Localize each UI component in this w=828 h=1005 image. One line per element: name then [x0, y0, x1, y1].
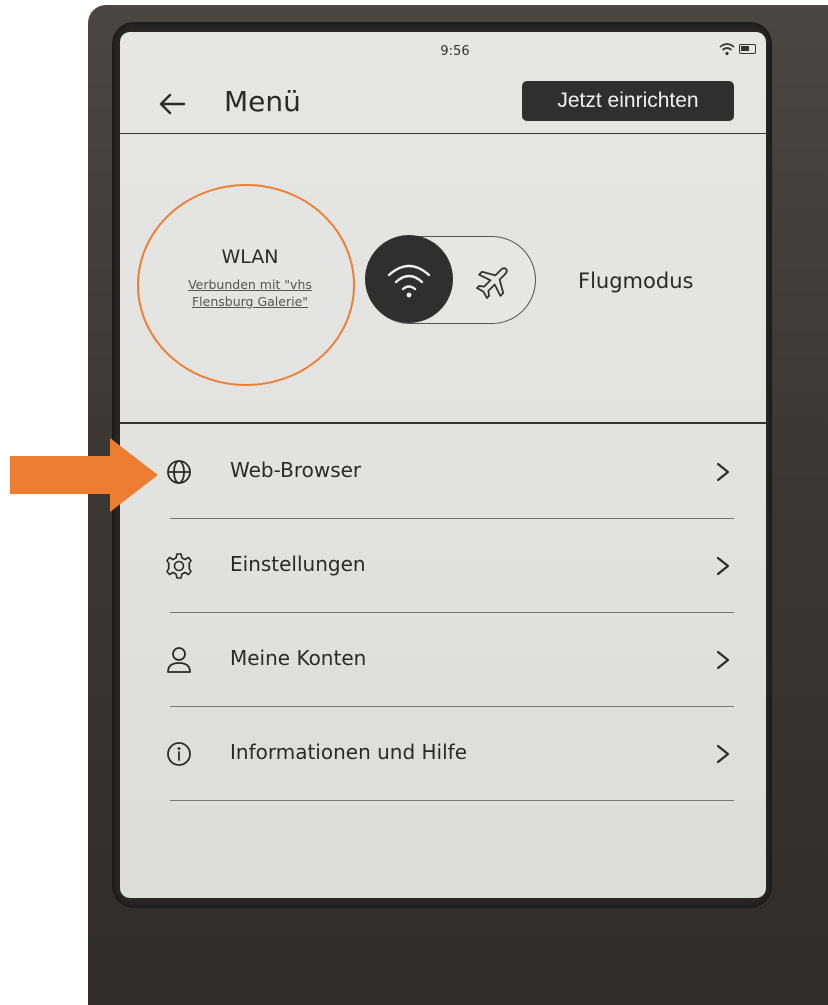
- setup-now-button[interactable]: Jetzt einrichten: [522, 81, 734, 121]
- menu-item-label: Einstellungen: [230, 552, 366, 576]
- menu-item-label: Web-Browser: [230, 458, 362, 482]
- clock: 9:56: [440, 44, 470, 59]
- header: Menü Jetzt einrichten: [120, 74, 766, 134]
- globe-icon: [167, 460, 191, 484]
- divider: [170, 799, 734, 801]
- chevron-right-icon: [716, 650, 730, 670]
- battery-icon: [739, 44, 756, 54]
- wlan-status-line: Verbunden mit "vhs: [188, 277, 312, 292]
- airplane-icon: [476, 267, 508, 299]
- divider: [170, 611, 734, 613]
- wlan-status-line: Flensburg Galerie": [191, 294, 309, 309]
- chevron-right-icon: [716, 556, 730, 576]
- wifi-icon: [387, 264, 431, 298]
- menu-item-settings[interactable]: Einstellungen: [160, 521, 734, 613]
- wlan-label: WLAN: [221, 246, 279, 268]
- info-icon: [167, 742, 191, 766]
- menu-item-label: Meine Konten: [230, 646, 367, 670]
- user-icon: [167, 647, 191, 673]
- wifi-status-icon: [719, 43, 735, 56]
- wlan-flight-toggle[interactable]: [365, 235, 536, 324]
- status-bar: 9:56: [120, 32, 766, 66]
- page-title: Menü: [224, 85, 301, 118]
- section-divider: [120, 422, 766, 424]
- menu-item-label: Informationen und Hilfe: [230, 740, 468, 764]
- menu-item-web-browser[interactable]: Web-Browser: [160, 427, 734, 519]
- flight-mode-label: Flugmodus: [578, 269, 694, 293]
- annotation-arrow-icon: [10, 438, 158, 512]
- status-icons: [719, 42, 756, 56]
- chevron-right-icon: [716, 462, 730, 482]
- back-arrow-icon[interactable]: [154, 86, 190, 122]
- wlan-status-link[interactable]: Verbunden mit "vhs Flensburg Galerie": [166, 276, 334, 310]
- chevron-right-icon: [716, 744, 730, 764]
- divider: [170, 517, 734, 519]
- menu-item-accounts[interactable]: Meine Konten: [160, 615, 734, 707]
- menu-item-info-help[interactable]: Informationen und Hilfe: [160, 709, 734, 801]
- gear-icon: [166, 553, 192, 579]
- toggle-knob: [365, 235, 453, 323]
- screen: 9:56 Menü Jetzt einrichten WLAN Verbunde…: [120, 32, 766, 898]
- divider: [170, 705, 734, 707]
